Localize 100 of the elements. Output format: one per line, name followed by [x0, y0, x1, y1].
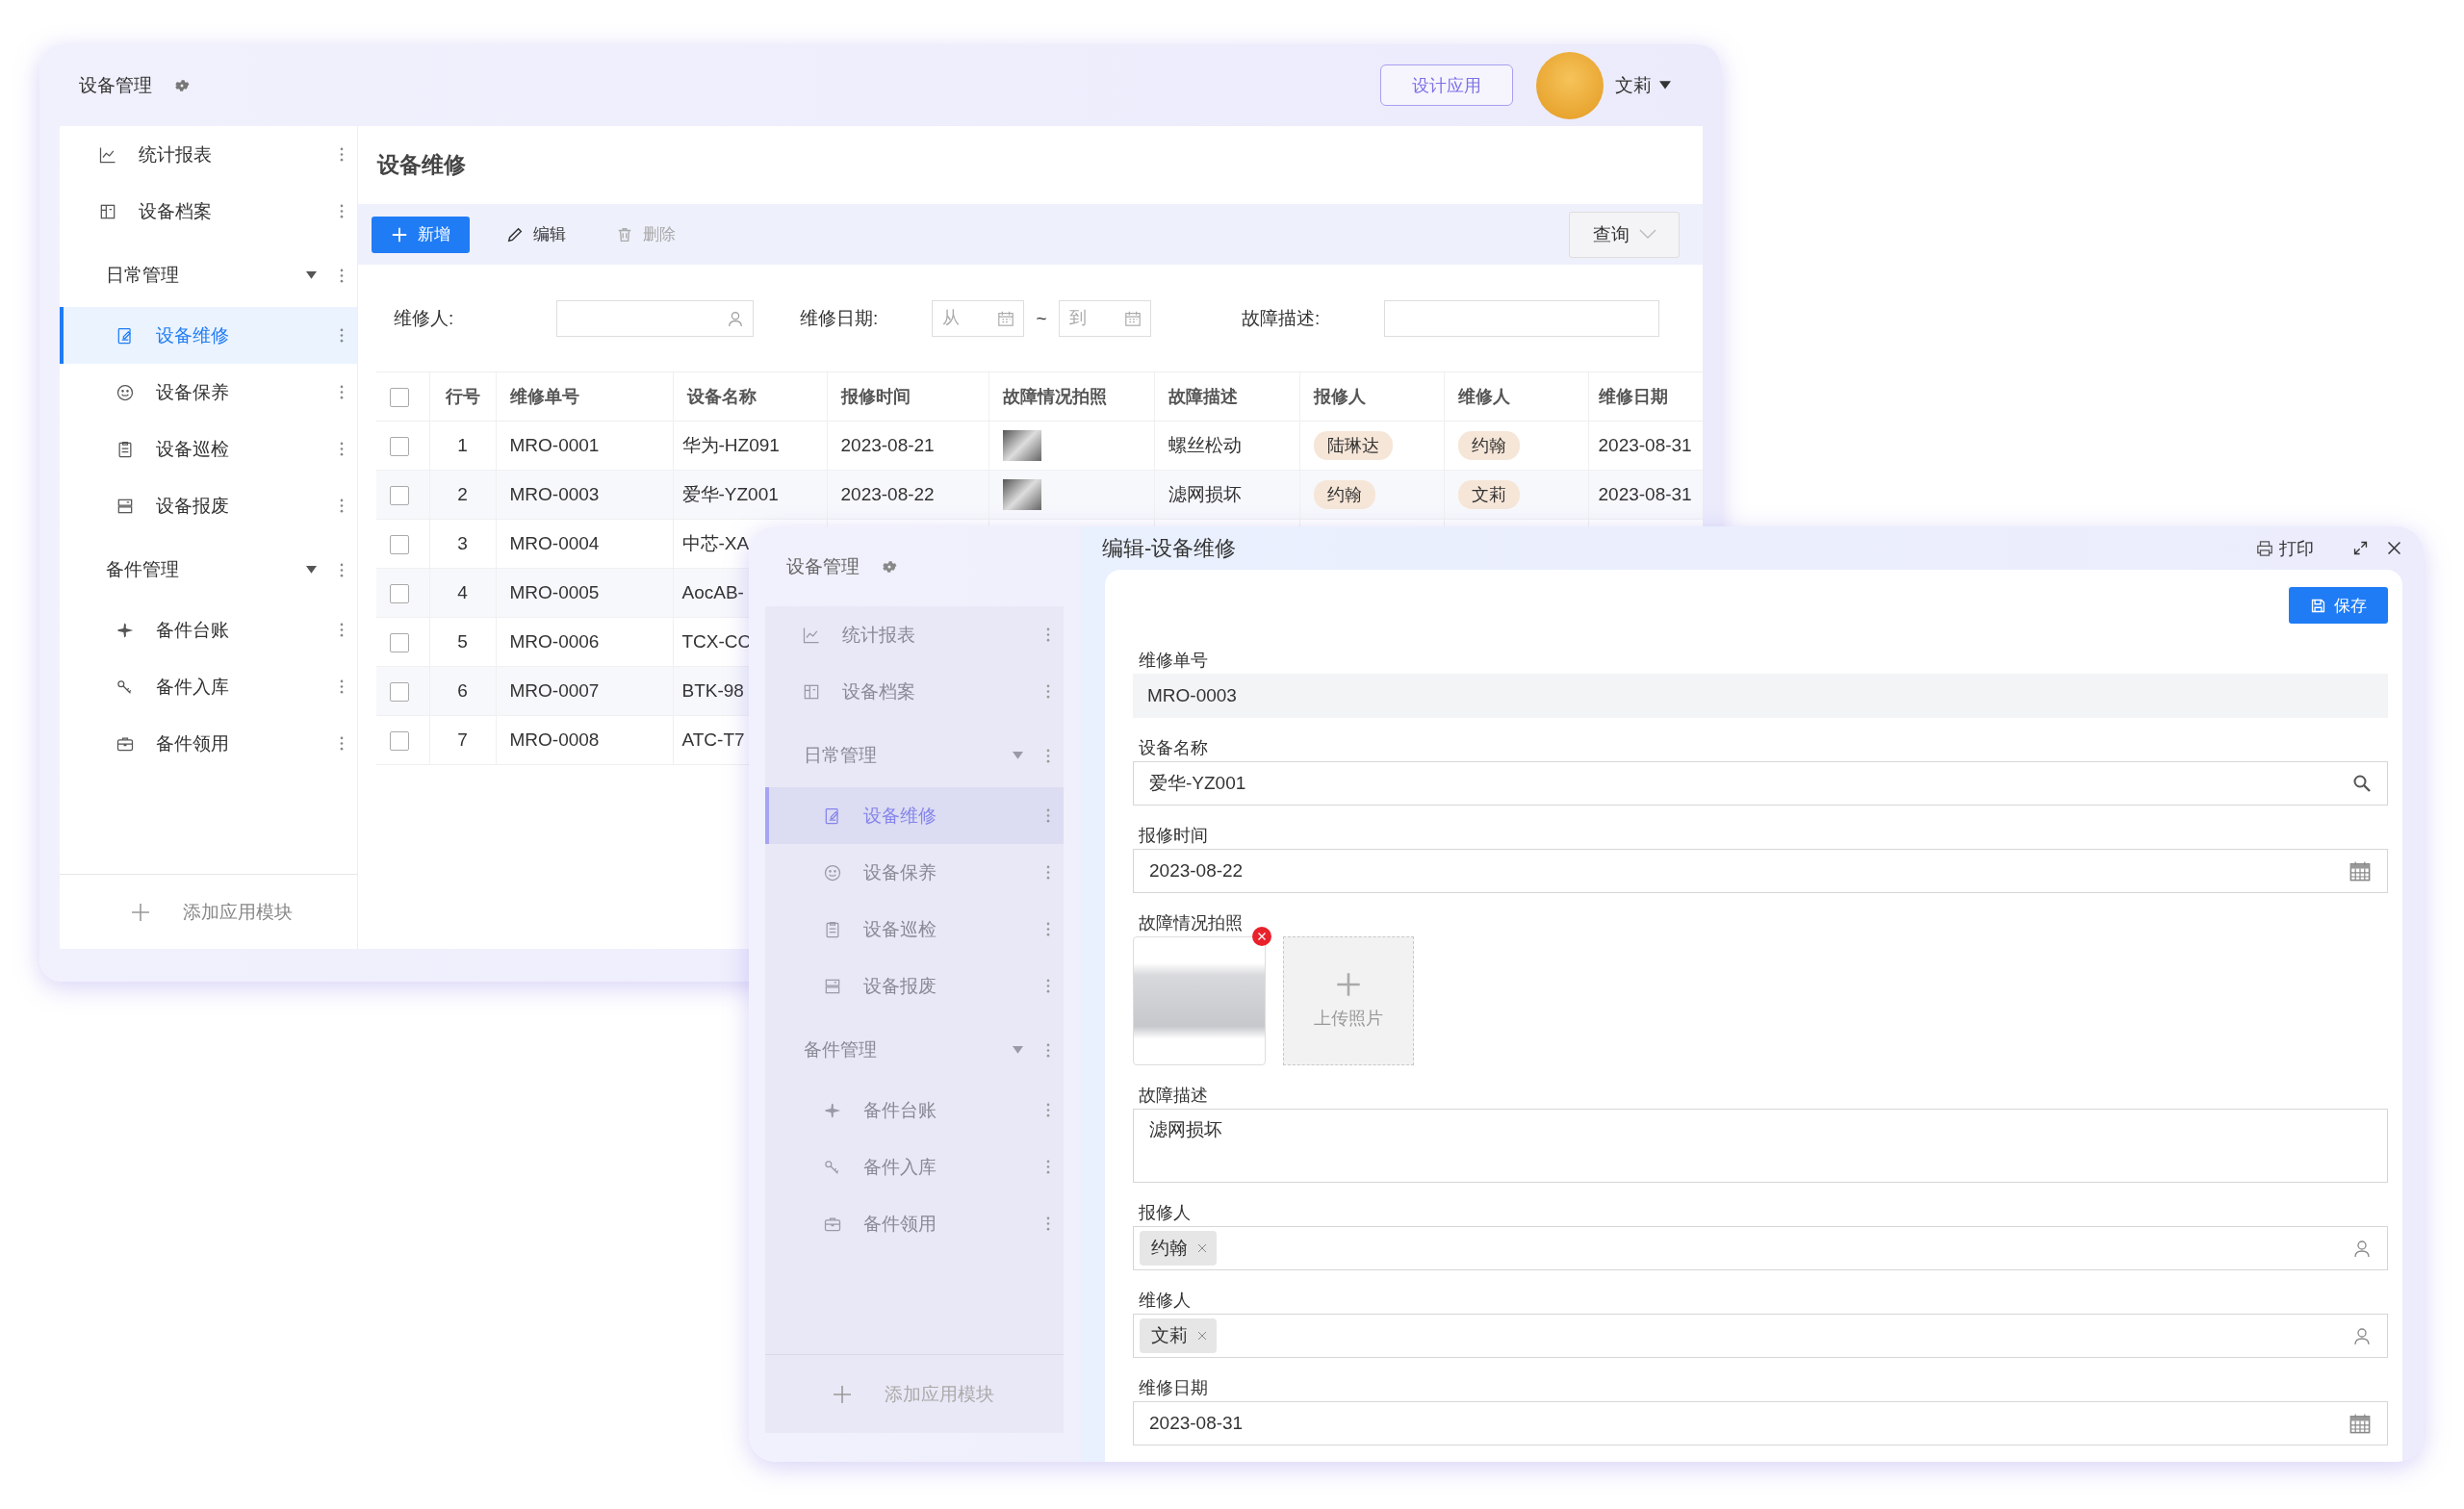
text-area[interactable]: 滤网损坏 — [1133, 1109, 2388, 1183]
person-tag: 陆琳达 — [1313, 431, 1393, 460]
column-header: 报修时间 — [840, 387, 911, 406]
sidebar-group[interactable]: 日常管理 — [60, 243, 357, 307]
more-icon[interactable] — [1046, 979, 1050, 993]
search-icon[interactable] — [2352, 774, 2372, 793]
more-icon[interactable] — [1046, 684, 1050, 699]
table-cell: MRO-0003 — [509, 484, 600, 504]
date-field[interactable]: 2023-08-22 — [1133, 849, 2388, 893]
plus-icon — [131, 902, 150, 922]
calendar-icon[interactable] — [2348, 1412, 2372, 1435]
more-icon[interactable] — [340, 499, 344, 513]
repairer-field[interactable] — [556, 299, 754, 337]
photo-placeholder[interactable] — [1002, 430, 1041, 461]
print-button[interactable]: 打印 — [2250, 535, 2320, 561]
more-icon[interactable] — [340, 268, 344, 283]
remove-icon[interactable] — [1197, 1243, 1207, 1253]
row-checkbox[interactable] — [390, 682, 409, 702]
lookup-field[interactable]: 爱华-YZ001 — [1133, 761, 2388, 806]
sidebar-group[interactable]: 备件管理 — [60, 538, 357, 601]
row-checkbox[interactable] — [390, 633, 409, 652]
people-field[interactable]: 文莉 — [1133, 1314, 2388, 1358]
toolbar-button[interactable]: 编辑 — [493, 216, 579, 253]
sidebar-item[interactable]: 设备保养 — [60, 364, 357, 421]
close-icon[interactable] — [2386, 540, 2402, 556]
more-icon[interactable] — [340, 679, 344, 694]
person-tag: 文莉 — [1457, 480, 1520, 509]
more-icon[interactable] — [1046, 1160, 1050, 1174]
more-icon[interactable] — [340, 385, 344, 399]
save-button[interactable]: 保存 — [2289, 587, 2388, 624]
more-icon[interactable] — [1046, 865, 1050, 880]
row-checkbox[interactable] — [390, 486, 409, 505]
more-icon[interactable] — [1046, 1216, 1050, 1231]
date-from-field[interactable]: 从 — [932, 299, 1024, 337]
calendar-icon[interactable] — [2348, 859, 2372, 882]
row-checkbox[interactable] — [390, 731, 409, 751]
pencil-icon — [506, 225, 524, 243]
row-checkbox[interactable] — [390, 584, 409, 603]
more-icon[interactable] — [1046, 1042, 1050, 1058]
date-to-field[interactable]: 到 — [1059, 299, 1151, 337]
column-header: 维修人 — [1457, 387, 1510, 406]
column-header: 维修日期 — [1598, 387, 1668, 406]
row-checkbox[interactable] — [390, 535, 409, 554]
add-module-button[interactable]: 添加应用模块 — [60, 874, 357, 949]
query-button[interactable]: 查询 — [1569, 211, 1680, 258]
table-cell: MRO-0004 — [509, 533, 600, 553]
more-icon[interactable] — [340, 736, 344, 751]
more-icon[interactable] — [340, 562, 344, 577]
fault-field[interactable] — [1384, 299, 1659, 337]
table-cell: AocAB- — [681, 582, 744, 602]
table-cell: 滤网损坏 — [1168, 484, 1242, 504]
expand-icon[interactable] — [2352, 540, 2369, 556]
table-cell: 华为-HZ091 — [681, 435, 780, 455]
column-header: 故障描述 — [1168, 387, 1238, 406]
readonly-field: MRO-0003 — [1133, 674, 2388, 718]
toolbar-button[interactable]: 新增 — [372, 216, 470, 253]
person-icon[interactable] — [2352, 1239, 2372, 1258]
person-tag: 约翰 — [1313, 480, 1375, 509]
field-label: 故障描述 — [1139, 1085, 1208, 1107]
user-name[interactable]: 文莉 — [1615, 72, 1652, 98]
table-cell: BTK-98 — [681, 680, 744, 701]
photo-placeholder[interactable] — [1002, 479, 1041, 510]
table-cell: ATC-T7 — [681, 729, 745, 750]
select-all-checkbox[interactable] — [390, 387, 409, 407]
calendar-icon — [997, 309, 1014, 327]
date-field[interactable]: 2023-08-31 — [1133, 1401, 2388, 1445]
app-title: 设备管理 — [786, 554, 860, 578]
more-icon[interactable] — [1046, 1103, 1050, 1117]
table-cell: 2023-08-31 — [1598, 435, 1692, 455]
page-title: 设备维修 — [375, 151, 466, 179]
more-icon[interactable] — [1046, 808, 1050, 823]
row-number: 7 — [457, 729, 468, 750]
more-icon[interactable] — [1046, 627, 1050, 642]
plus-icon — [833, 1384, 852, 1404]
more-icon[interactable] — [340, 623, 344, 637]
more-icon[interactable] — [340, 442, 344, 456]
sidebar-item[interactable]: 设备档案 — [60, 183, 357, 240]
remove-icon[interactable] — [1197, 1331, 1207, 1341]
more-icon[interactable] — [1046, 922, 1050, 936]
sidebar-item[interactable]: 备件领用 — [60, 715, 357, 772]
filter-label: 故障描述: — [1242, 306, 1322, 330]
sidebar-item[interactable]: 统计报表 — [60, 126, 357, 183]
more-icon[interactable] — [1046, 748, 1050, 763]
more-icon[interactable] — [340, 328, 344, 343]
sidebar-item[interactable]: 备件入库 — [60, 658, 357, 715]
people-field[interactable]: 约翰 — [1133, 1226, 2388, 1270]
caret-icon[interactable] — [1659, 80, 1671, 90]
row-checkbox[interactable] — [390, 437, 409, 456]
sidebar-item[interactable]: 设备报废 — [60, 477, 357, 534]
sidebar-item[interactable]: 备件台账 — [60, 601, 357, 658]
remove-icon[interactable] — [1252, 927, 1271, 946]
table-cell: 螺丝松动 — [1168, 435, 1242, 455]
person-icon[interactable] — [2352, 1326, 2372, 1345]
field-label: 维修日期 — [1139, 1377, 1208, 1399]
more-icon[interactable] — [340, 147, 344, 162]
design-app-button[interactable]: 设计应用 — [1380, 64, 1513, 106]
sidebar-item[interactable]: 设备维修 — [60, 307, 357, 364]
app-title: 设备管理 — [79, 73, 152, 97]
sidebar-item[interactable]: 设备巡检 — [60, 421, 357, 477]
more-icon[interactable] — [340, 204, 344, 218]
